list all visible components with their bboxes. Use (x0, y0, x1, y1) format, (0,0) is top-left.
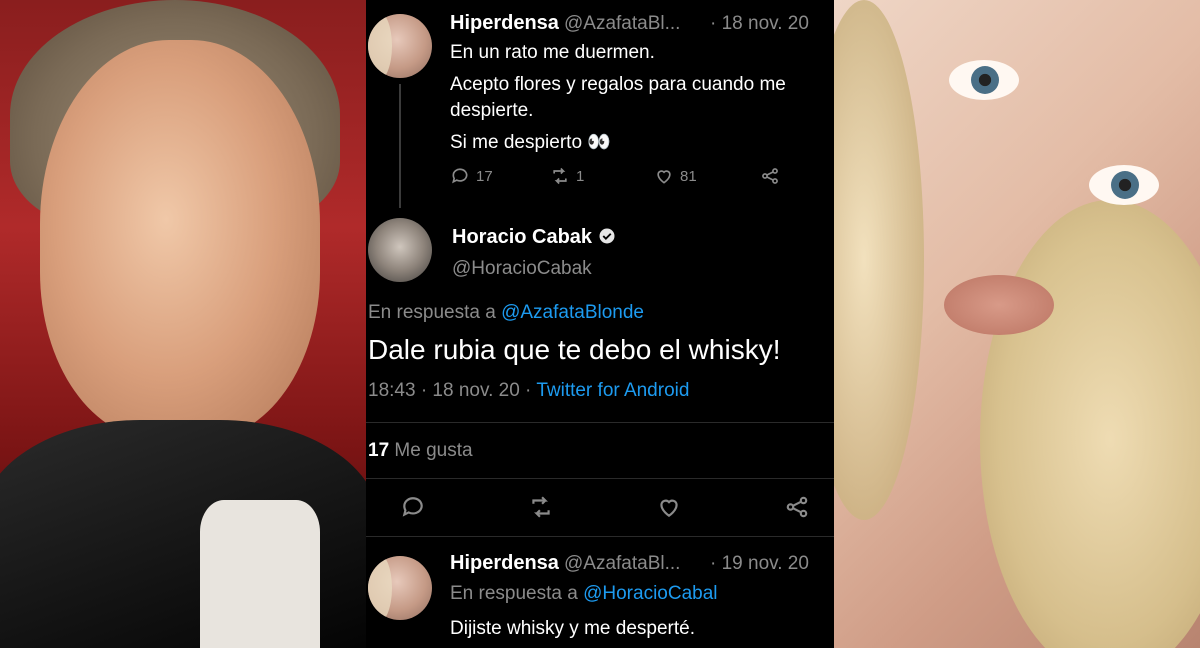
tweet1-line: Si me despierto 👀 (450, 132, 611, 153)
thread-connector (399, 84, 401, 208)
tweet2-reply-context: En respuesta a @AzafataBlonde (368, 302, 644, 324)
avatar-horacio[interactable] (368, 218, 432, 282)
man-photo (0, 0, 366, 648)
heart-icon (657, 170, 671, 184)
tweet1-actions: 17 1 81 (450, 166, 790, 190)
tweet2-author-name[interactable]: Horacio Cabak (452, 226, 616, 249)
tweet2-author-label: Horacio Cabak (452, 226, 593, 248)
retweet-icon (553, 167, 567, 185)
tweet1-line: Acepto flores y regalos para cuando me (450, 74, 786, 95)
tweet2-likes-label: Me gusta (394, 440, 473, 461)
woman-hair (980, 200, 1200, 648)
tweet2-likes-count: 17 (368, 440, 390, 461)
tweet2-actions (400, 494, 820, 524)
tweet1-date[interactable]: · 18 nov. 20 (710, 13, 809, 35)
verified-badge-icon (599, 228, 615, 244)
tweet1-line: En un rato me duermen. (450, 42, 655, 63)
divider (366, 478, 834, 479)
tweet-thread: Hiperdensa @AzafataBl... · 18 nov. 20 En… (366, 0, 834, 648)
man-face (40, 40, 320, 440)
woman-lips (944, 275, 1054, 335)
tweet3-author-handle[interactable]: @AzafataBl... (564, 553, 680, 575)
retweet-button[interactable] (528, 494, 554, 525)
tweet2-author-handle[interactable]: @HoracioCabak (452, 258, 592, 280)
retweet-count: 1 (576, 167, 585, 185)
like-button[interactable] (656, 494, 682, 525)
retweet-icon (532, 496, 550, 518)
tweet1-author-name[interactable]: Hiperdensa (450, 12, 559, 35)
share-icon (786, 496, 808, 518)
reply-button[interactable]: 17 (450, 166, 493, 186)
tweet1-text: En un rato me duermen. Acepto flores y r… (450, 40, 830, 156)
share-button[interactable] (760, 166, 780, 186)
tweet2-meta: 18:43 · 18 nov. 20 · Twitter for Android (368, 380, 689, 402)
tweet3-date[interactable]: · 19 nov. 20 (710, 553, 809, 575)
reply-count: 17 (476, 167, 493, 185)
tweet3-author-name[interactable]: Hiperdensa (450, 552, 559, 575)
reply-button[interactable] (400, 494, 426, 525)
reply-icon (402, 497, 423, 517)
tweet1-line: despierte. (450, 100, 534, 121)
tweet3-text: Dijiste whisky y me desperté. (450, 618, 695, 639)
collage: Hiperdensa @AzafataBl... · 18 nov. 20 En… (0, 0, 1200, 648)
reply-prefix: En respuesta a (368, 302, 496, 323)
woman-photo (834, 0, 1200, 648)
woman-hair (834, 0, 924, 520)
heart-icon (660, 499, 678, 517)
tweet1-author-handle[interactable]: @AzafataBl... (564, 13, 680, 35)
tweet3-reply-context: En respuesta a @HoracioCabal (450, 583, 718, 605)
divider (366, 536, 834, 537)
tweet2-timestamp[interactable]: 18:43 · 18 nov. 20 · (368, 380, 531, 401)
avatar-hiperdensa[interactable] (368, 14, 432, 78)
woman-eye (1089, 165, 1159, 205)
reply-prefix: En respuesta a (450, 583, 578, 604)
tweet2-text: Dale rubia que te debo el whisky! (368, 334, 781, 365)
avatar-hiperdensa[interactable] (368, 556, 432, 620)
woman-eye (949, 60, 1019, 100)
like-count: 81 (680, 167, 697, 185)
reply-mention-link[interactable]: @AzafataBlonde (501, 302, 644, 323)
tweet2-likes-summary[interactable]: 17 Me gusta (368, 440, 473, 462)
like-button[interactable]: 81 (654, 166, 697, 186)
divider (366, 422, 834, 423)
tweet2-client-link[interactable]: Twitter for Android (536, 380, 689, 401)
reply-mention-link[interactable]: @HoracioCabal (583, 583, 717, 604)
reply-icon (452, 168, 468, 184)
retweet-button[interactable]: 1 (550, 166, 584, 186)
share-button[interactable] (784, 494, 810, 525)
man-shirt (200, 500, 320, 648)
share-icon (762, 168, 778, 184)
